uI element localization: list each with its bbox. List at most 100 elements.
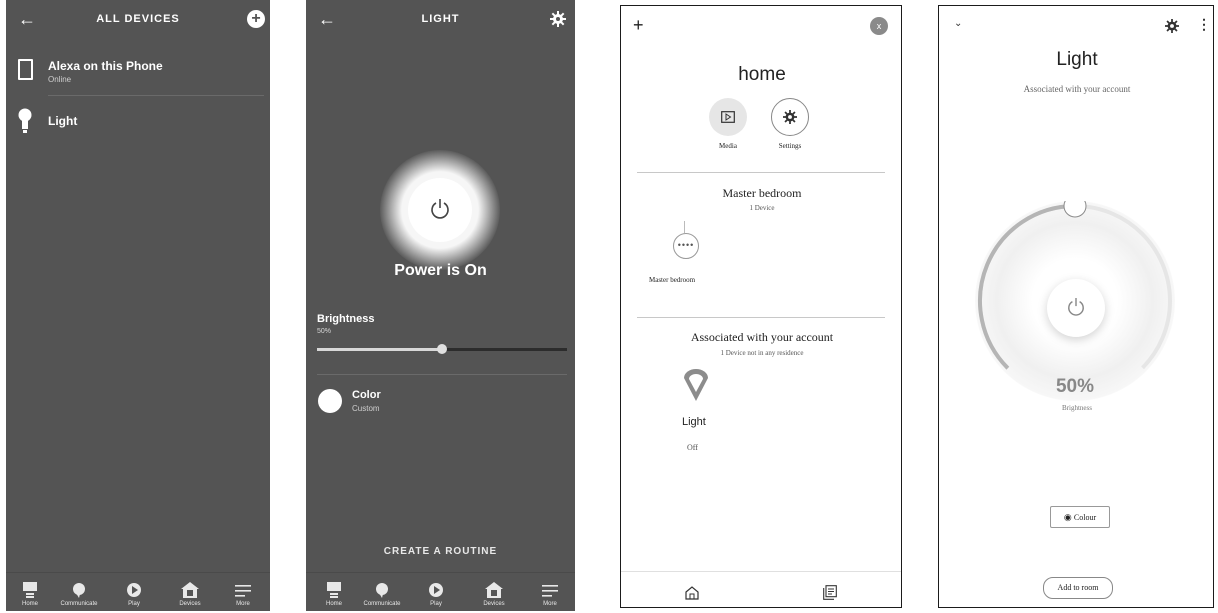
slider-fill bbox=[317, 348, 442, 351]
dial-power-button[interactable] bbox=[1047, 279, 1105, 337]
divider bbox=[637, 172, 885, 173]
action-label: Media bbox=[719, 142, 737, 150]
play-icon bbox=[127, 583, 141, 597]
action-label: Settings bbox=[778, 142, 802, 150]
nav-play[interactable]: Play bbox=[413, 582, 459, 607]
brightness-dial[interactable]: 50% bbox=[975, 201, 1175, 411]
play-icon bbox=[429, 583, 443, 597]
more-options-icon[interactable]: ⋮ bbox=[1197, 16, 1211, 33]
device-name: Light bbox=[48, 114, 78, 128]
color-swatch-icon bbox=[318, 389, 342, 413]
add-device-icon[interactable]: + bbox=[247, 10, 265, 28]
home-tab-icon[interactable] bbox=[685, 586, 699, 600]
nav-label: Play bbox=[128, 601, 140, 607]
brightness-slider[interactable] bbox=[317, 344, 567, 356]
google-light-screen: ⌄ ⋮ Light Associated with your account 5… bbox=[938, 5, 1214, 608]
nav-label: Devices bbox=[179, 601, 201, 607]
nav-home[interactable]: Home bbox=[7, 582, 53, 607]
bottom-nav: Home Communicate Play Devices More bbox=[306, 572, 575, 611]
power-icon bbox=[431, 199, 449, 219]
all-devices-screen: ← ALL DEVICES + Alexa on this Phone Onli… bbox=[6, 0, 270, 611]
menu-lines-icon bbox=[235, 585, 251, 597]
light-control-screen: ← LIGHT Power is On Brightness 50% Color… bbox=[306, 0, 575, 611]
chevron-down-icon[interactable]: ⌄ bbox=[954, 18, 962, 29]
associated-title: Associated with your account bbox=[690, 330, 834, 344]
power-icon bbox=[1068, 298, 1084, 316]
settings-gear-icon bbox=[783, 110, 797, 124]
device-title: Light bbox=[1056, 49, 1098, 70]
room-device-count: 1 Device bbox=[749, 204, 775, 212]
divider bbox=[621, 571, 901, 572]
menu-lines-icon bbox=[542, 585, 558, 597]
device-row-alexa[interactable]: Alexa on this Phone Online bbox=[6, 48, 270, 94]
slider-thumb[interactable] bbox=[437, 344, 447, 354]
associated-subtitle: 1 Device not in any residence bbox=[720, 349, 804, 357]
nav-label: Devices bbox=[483, 601, 505, 607]
light-name: Light bbox=[682, 416, 706, 428]
color-row[interactable]: Color Custom bbox=[306, 384, 575, 420]
palette-icon: ◉ bbox=[1063, 512, 1072, 522]
nav-label: Home bbox=[21, 601, 38, 607]
brightness-value: 50% bbox=[317, 328, 332, 335]
nav-play[interactable]: Play bbox=[111, 582, 157, 607]
brightness-label: Brightness bbox=[1062, 404, 1092, 412]
device-name: Alexa on this Phone bbox=[48, 59, 163, 73]
nav-more[interactable]: More bbox=[220, 582, 266, 607]
settings-action[interactable]: Settings bbox=[771, 98, 811, 158]
brightness-value: 50% bbox=[1055, 376, 1095, 397]
nav-devices[interactable]: Devices bbox=[167, 582, 213, 607]
top-bar: ← LIGHT bbox=[306, 0, 575, 44]
nav-communicate[interactable]: Communicate bbox=[359, 582, 405, 607]
colour-button[interactable]: ◉ Colour bbox=[1050, 506, 1110, 528]
add-to-room-button[interactable]: Add to room bbox=[1043, 577, 1113, 599]
google-home-screen: + x home Media Settings Master bedroom 1… bbox=[620, 5, 902, 608]
phone-icon bbox=[18, 59, 33, 80]
device-row-light[interactable]: Light bbox=[6, 100, 270, 140]
device-status: Online bbox=[48, 75, 72, 84]
bulb-icon bbox=[18, 108, 32, 133]
divider bbox=[317, 374, 567, 375]
home-icon bbox=[23, 582, 37, 598]
nav-label: Home bbox=[325, 601, 342, 607]
room-title: Master bedroom bbox=[722, 186, 802, 200]
nav-label: More bbox=[236, 601, 250, 607]
page-title: ALL DEVICES bbox=[96, 13, 180, 25]
media-icon-circle bbox=[709, 98, 747, 136]
chat-bubble-icon bbox=[73, 583, 85, 598]
devices-house-icon bbox=[485, 582, 503, 598]
settings-icon-circle bbox=[771, 98, 809, 136]
feed-tab-icon[interactable] bbox=[823, 585, 837, 600]
chat-bubble-icon bbox=[376, 583, 388, 598]
home-icon bbox=[327, 582, 341, 598]
power-status: Power is On bbox=[394, 262, 487, 279]
speaker-device-label: Master bedroom bbox=[649, 276, 696, 284]
add-icon[interactable]: + bbox=[633, 15, 644, 36]
nav-label: More bbox=[543, 601, 557, 607]
nav-label: Communicate bbox=[60, 601, 98, 607]
nav-devices[interactable]: Devices bbox=[471, 582, 517, 607]
nav-communicate[interactable]: Communicate bbox=[56, 582, 102, 607]
device-subtitle: Associated with your account bbox=[1023, 84, 1131, 94]
settings-gear-icon[interactable] bbox=[1165, 19, 1179, 33]
nav-label: Communicate bbox=[363, 601, 401, 607]
divider bbox=[48, 95, 264, 96]
light-state: Off bbox=[687, 443, 698, 452]
power-button[interactable] bbox=[408, 178, 472, 242]
speaker-antenna bbox=[684, 221, 685, 233]
media-action[interactable]: Media bbox=[709, 98, 749, 158]
nav-more[interactable]: More bbox=[527, 582, 573, 607]
nav-home[interactable]: Home bbox=[311, 582, 357, 607]
divider bbox=[637, 317, 885, 318]
color-label: Color bbox=[352, 389, 381, 401]
bottom-nav: Home Communicate Play Devices More bbox=[6, 572, 270, 611]
create-routine-button[interactable]: CREATE A ROUTINE bbox=[306, 546, 575, 557]
bulb-icon bbox=[684, 369, 708, 401]
speaker-icon: •••• bbox=[673, 233, 699, 259]
close-button[interactable]: x bbox=[870, 17, 888, 35]
nav-label: Play bbox=[430, 601, 442, 607]
media-icon bbox=[721, 111, 735, 123]
settings-gear-icon[interactable] bbox=[550, 11, 566, 27]
colour-label: Colour bbox=[1073, 513, 1097, 522]
home-title: home bbox=[738, 64, 786, 85]
page-title: LIGHT bbox=[421, 13, 460, 25]
